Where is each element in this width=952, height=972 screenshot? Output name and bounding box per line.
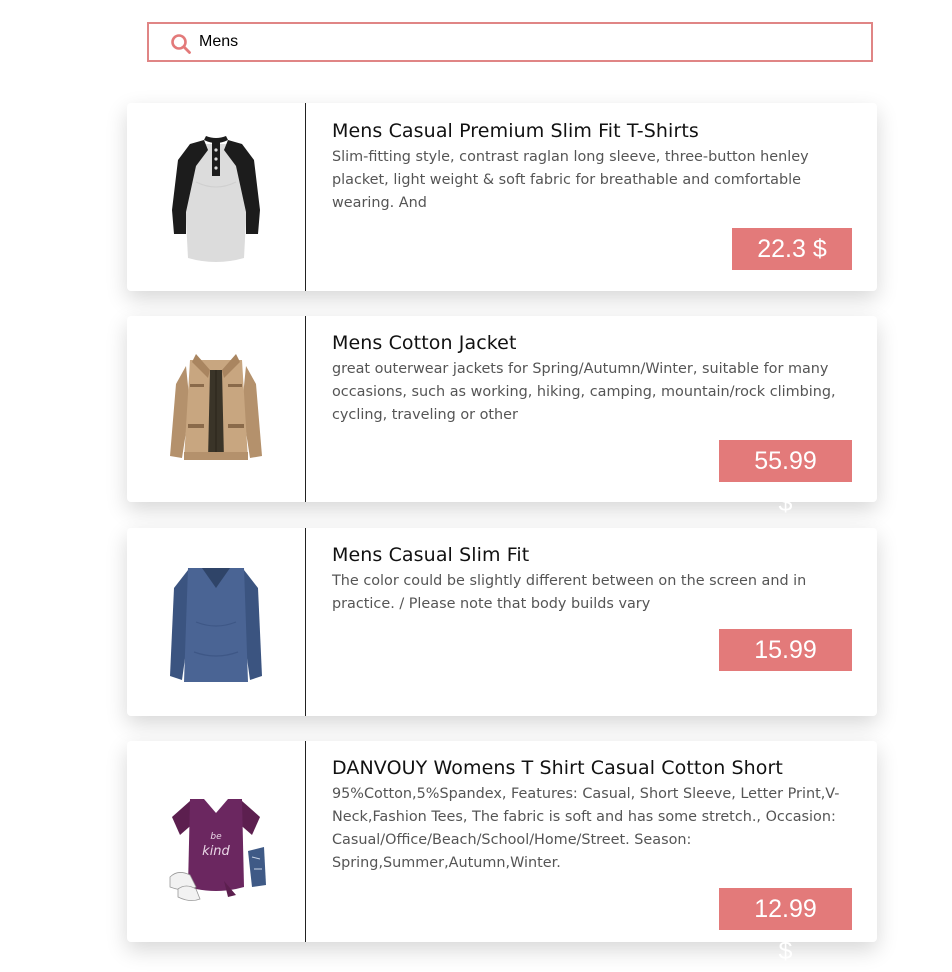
product-description: Slim-fitting style, contrast raglan long… [332, 149, 809, 211]
product-description: 95%Cotton,5%Spandex, Features: Casual, S… [332, 786, 840, 871]
product-image[interactable] [127, 103, 306, 291]
product-image[interactable] [127, 316, 306, 502]
price-tag: 12.99 $ [719, 888, 852, 965]
product-description: The color could be slightly different be… [332, 573, 807, 612]
tshirt-print-text: kind [202, 844, 230, 859]
product-card[interactable]: Mens Casual Premium Slim Fit T-Shirts Sl… [127, 103, 877, 291]
product-card[interactable]: be kind DANVOUY Womens T Shirt Casual Co… [127, 741, 877, 965]
blue-long-sleeve-shirt-image [170, 568, 262, 682]
tshirt-print-text: be [210, 832, 222, 842]
product-card[interactable]: Mens Cotton Jacket great outerwear jacke… [127, 316, 877, 517]
product-title[interactable]: DANVOUY Womens T Shirt Casual Cotton Sho… [332, 757, 852, 779]
product-description: great outerwear jackets for Spring/Autum… [332, 361, 836, 423]
purple-print-tshirt-image: be kind [169, 798, 266, 901]
price-tag: 15.99 $ [719, 629, 852, 706]
search-input[interactable] [199, 24, 839, 60]
price-tag: 55.99 $ [719, 440, 852, 517]
product-card[interactable]: Mens Casual Slim Fit The color could be … [127, 528, 877, 716]
search-bar[interactable] [147, 22, 873, 62]
product-title[interactable]: Mens Cotton Jacket [332, 332, 852, 354]
product-image[interactable] [127, 528, 306, 716]
search-icon [171, 34, 191, 54]
price-tag: 22.3 $ [732, 228, 852, 270]
product-image[interactable]: be kind [127, 741, 306, 942]
khaki-jacket-image [170, 354, 262, 460]
raglan-henley-shirt-image [172, 136, 260, 262]
product-title[interactable]: Mens Casual Slim Fit [332, 544, 852, 566]
product-title[interactable]: Mens Casual Premium Slim Fit T-Shirts [332, 120, 852, 142]
